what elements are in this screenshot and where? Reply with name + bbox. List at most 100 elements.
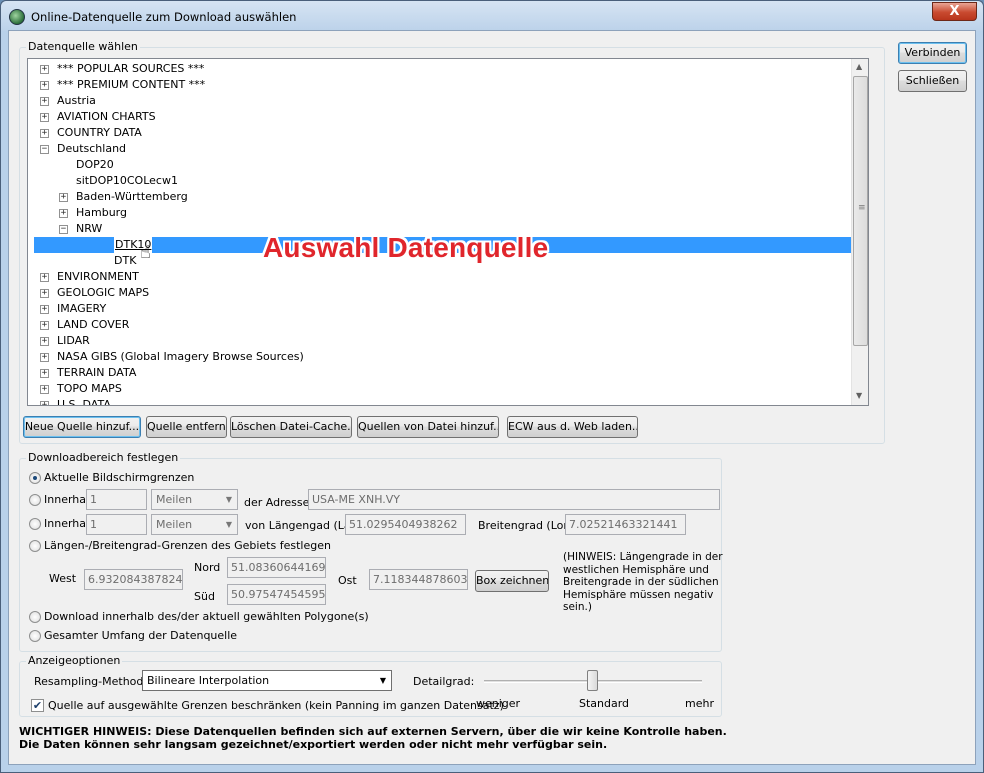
- detail-slider-thumb[interactable]: [587, 670, 598, 691]
- lat-field[interactable]: 7.02521463321441: [565, 514, 686, 535]
- expand-icon[interactable]: +: [40, 305, 49, 314]
- collapse-icon[interactable]: −: [40, 145, 49, 154]
- resampling-label: Resampling-Methode:: [34, 675, 154, 688]
- radio-polygons[interactable]: [29, 611, 41, 623]
- current-screen-label: Aktuelle Bildschirmgrenzen: [44, 471, 195, 484]
- tree-item[interactable]: + TERRAIN DATA: [28, 365, 851, 381]
- add-from-file-button[interactable]: Quellen von Datei hinzuf...: [357, 416, 499, 438]
- close-window-button[interactable]: X: [932, 2, 977, 21]
- within-coords-unit[interactable]: Meilen ▼: [151, 514, 238, 535]
- tree-item-label: ENVIRONMENT: [57, 270, 139, 283]
- west-field[interactable]: 6.9320843878249: [84, 569, 183, 590]
- within-address-unit-value: Meilen: [156, 493, 193, 506]
- collapse-icon[interactable]: −: [59, 225, 68, 234]
- tree-item[interactable]: + GEOLOGIC MAPS: [28, 285, 851, 301]
- title-bar[interactable]: Online-Datenquelle zum Download auswähle…: [1, 1, 983, 31]
- expand-icon[interactable]: +: [40, 273, 49, 282]
- tree-item[interactable]: DOP20: [28, 157, 851, 173]
- connect-button[interactable]: Verbinden: [898, 42, 967, 64]
- expand-icon[interactable]: +: [59, 209, 68, 218]
- resampling-value: Bilineare Interpolation: [147, 674, 270, 687]
- tree-item[interactable]: + ENVIRONMENT: [28, 269, 851, 285]
- polygons-label: Download innerhalb des/der aktuell gewäh…: [44, 610, 369, 623]
- clear-cache-button[interactable]: Löschen Datei-Cache...: [230, 416, 352, 438]
- tree-item[interactable]: + Hamburg: [28, 205, 851, 221]
- tree-item[interactable]: + COUNTRY DATA: [28, 125, 851, 141]
- tree-item[interactable]: sitDOP10COLecw1: [28, 173, 851, 189]
- tree-item[interactable]: + U.S. DATA: [28, 397, 851, 406]
- tree-item[interactable]: + IMAGERY: [28, 301, 851, 317]
- radio-within-coords[interactable]: [29, 518, 41, 530]
- south-field[interactable]: 50.9754745459551: [227, 584, 326, 605]
- radio-within-address[interactable]: [29, 494, 41, 506]
- within-address-distance[interactable]: 1: [86, 489, 147, 510]
- scroll-thumb[interactable]: ≡: [853, 76, 868, 346]
- expand-icon[interactable]: +: [40, 65, 49, 74]
- expand-icon[interactable]: +: [40, 113, 49, 122]
- slider-max-label: mehr: [685, 697, 714, 710]
- address-suffix-label: der Adresse: [244, 496, 310, 509]
- tree-item[interactable]: + *** PREMIUM CONTENT ***: [28, 77, 851, 93]
- tree-item-label: TOPO MAPS: [57, 382, 122, 395]
- tree-item[interactable]: + AVIATION CHARTS: [28, 109, 851, 125]
- address-field[interactable]: USA-ME XNH.VY: [308, 489, 720, 510]
- tree-item[interactable]: + NASA GIBS (Global Imagery Browse Source…: [28, 349, 851, 365]
- expand-icon[interactable]: +: [40, 385, 49, 394]
- expand-icon[interactable]: +: [40, 353, 49, 362]
- expand-icon[interactable]: +: [40, 81, 49, 90]
- window-title: Online-Datenquelle zum Download auswähle…: [31, 10, 297, 24]
- tree-item[interactable]: − Deutschland: [28, 141, 851, 157]
- tree-item[interactable]: + *** POPULAR SOURCES ***: [28, 61, 851, 77]
- remove-source-button[interactable]: Quelle entfernen: [146, 416, 227, 438]
- expand-icon[interactable]: +: [40, 289, 49, 298]
- restrict-checkbox[interactable]: ✔: [31, 699, 44, 712]
- tree-item-label: Austria: [57, 94, 96, 107]
- close-button[interactable]: Schließen: [898, 70, 967, 92]
- tree-item-label: U.S. DATA: [57, 398, 111, 406]
- tree-item[interactable]: + Baden-Württemberg: [28, 189, 851, 205]
- expand-icon[interactable]: +: [40, 97, 49, 106]
- full-extent-label: Gesamter Umfang der Datenquelle: [44, 629, 238, 642]
- tree-item-label: LIDAR: [57, 334, 90, 347]
- add-source-button[interactable]: Neue Quelle hinzuf...: [23, 416, 141, 438]
- grip-icon: ≡: [858, 203, 866, 213]
- tree-item-label: TERRAIN DATA: [57, 366, 137, 379]
- tree-item[interactable]: + TOPO MAPS: [28, 381, 851, 397]
- expand-icon[interactable]: +: [40, 369, 49, 378]
- expand-icon[interactable]: +: [59, 193, 68, 202]
- load-ecw-button[interactable]: ECW aus d. Web laden...: [507, 416, 638, 438]
- source-group-label: Datenquelle wählen: [26, 40, 140, 53]
- tree-item-label: LAND COVER: [57, 318, 130, 331]
- tree-item-label: COUNTRY DATA: [57, 126, 142, 139]
- scroll-down-icon[interactable]: ▼: [856, 391, 862, 400]
- expand-icon[interactable]: +: [40, 129, 49, 138]
- tree-item-label: Baden-Württemberg: [76, 190, 188, 203]
- east-field[interactable]: 7.11834487860392: [369, 569, 468, 590]
- bounds-label: Längen-/Breitengrad-Grenzen des Gebiets …: [44, 539, 331, 552]
- radio-current-screen[interactable]: [29, 472, 41, 484]
- resampling-select[interactable]: Bilineare Interpolation ▼: [142, 670, 392, 691]
- expand-icon[interactable]: +: [40, 401, 49, 405]
- east-label: Ost: [338, 574, 357, 587]
- tree-item-label: GEOLOGIC MAPS: [57, 286, 150, 299]
- south-label: Süd: [194, 590, 215, 603]
- tree-item-label: NASA GIBS (Global Imagery Browse Sources…: [57, 350, 304, 363]
- scroll-up-icon[interactable]: ▲: [856, 62, 862, 71]
- expand-icon[interactable]: +: [40, 321, 49, 330]
- tree-item-label: Deutschland: [57, 142, 127, 155]
- expand-icon[interactable]: +: [40, 337, 49, 346]
- radio-bounds[interactable]: [29, 540, 41, 552]
- draw-box-button[interactable]: Box zeichnen...: [475, 570, 549, 592]
- tree-item-label: sitDOP10COLecw1: [76, 174, 178, 187]
- tree-item[interactable]: + Austria: [28, 93, 851, 109]
- north-field[interactable]: 51.0836064416973: [227, 557, 326, 578]
- within-coords-distance[interactable]: 1: [86, 514, 147, 535]
- tree-scrollbar[interactable]: ▲ ≡ ▼: [851, 59, 868, 405]
- lon-field[interactable]: 51.0295404938262: [345, 514, 466, 535]
- radio-full-extent[interactable]: [29, 630, 41, 642]
- tree-item-label: NRW: [76, 222, 103, 235]
- tree-item[interactable]: + LIDAR: [28, 333, 851, 349]
- within-address-unit[interactable]: Meilen ▼: [151, 489, 238, 510]
- tree-item[interactable]: + LAND COVER: [28, 317, 851, 333]
- tree-item-label: Hamburg: [76, 206, 127, 219]
